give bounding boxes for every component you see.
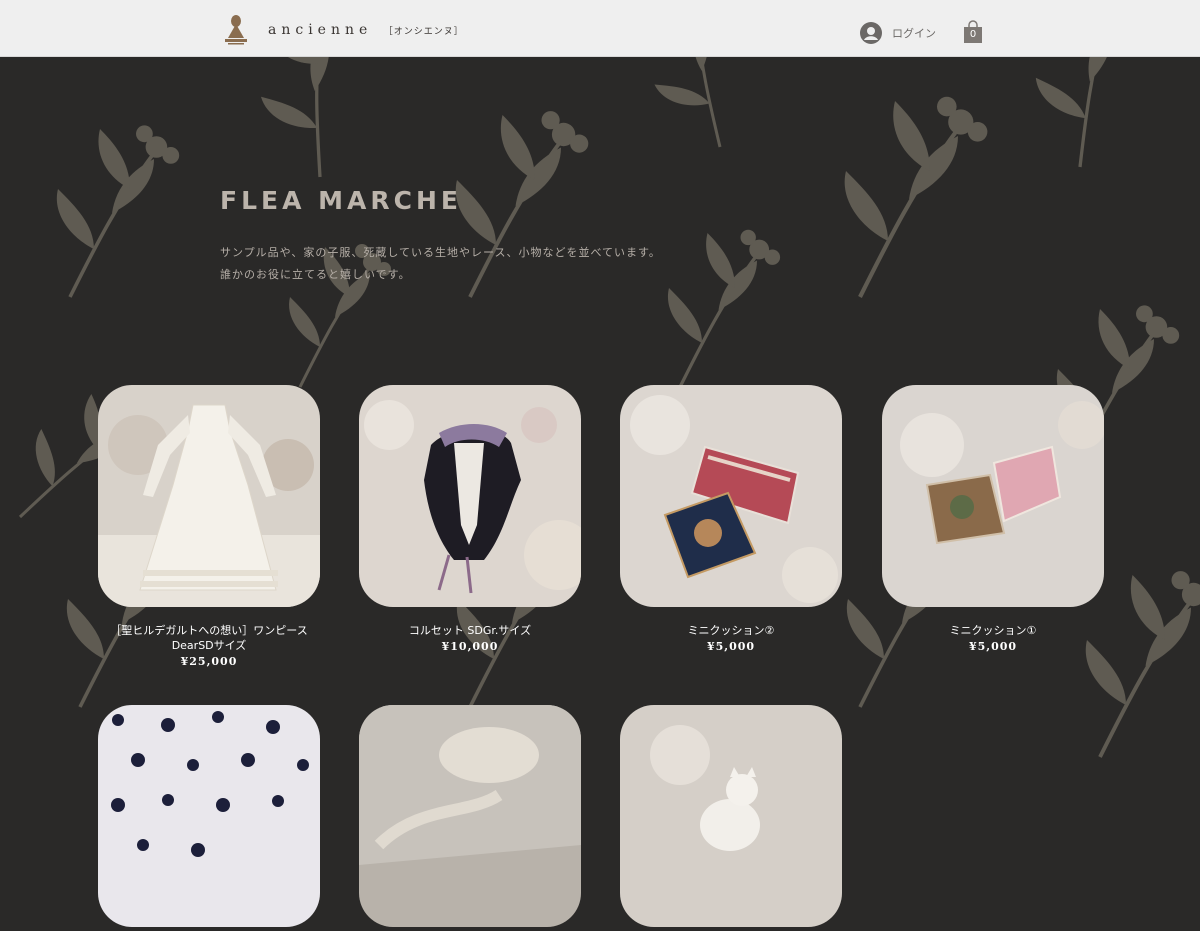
description-line-1: サンプル品や、家の子服、死蔵している生地やレース、小物などを並べています。 bbox=[220, 246, 661, 259]
product-name-line-1: コルセット SDGr.サイズ bbox=[408, 624, 532, 637]
product-name-line-1: ［聖ヒルデガルトへの想い］ワンピース bbox=[110, 624, 308, 637]
cart-count: 0 bbox=[969, 29, 977, 40]
product-image-cushion-2[interactable] bbox=[620, 385, 842, 607]
product-card[interactable] bbox=[359, 705, 581, 931]
product-image-cushion-1[interactable] bbox=[882, 385, 1106, 607]
product-card[interactable]: コルセット SDGr.サイズ ¥10,000 bbox=[359, 385, 594, 653]
product-name-line-1: ミニクッション① bbox=[949, 624, 1037, 637]
login-label: ログイン bbox=[892, 27, 936, 40]
product-name[interactable]: コルセット SDGr.サイズ bbox=[359, 623, 581, 638]
product-card[interactable]: ［聖ヒルデガルトへの想い］ワンピース DearSDサイズ ¥25,000 bbox=[98, 385, 320, 668]
brand-logo[interactable] bbox=[222, 12, 250, 46]
product-card[interactable]: ミニクッション① ¥5,000 bbox=[882, 385, 1106, 653]
brand-name[interactable]: ancienne ［オンシエンヌ］ bbox=[268, 22, 464, 38]
product-card[interactable] bbox=[620, 705, 842, 931]
product-image-floral-fabric[interactable] bbox=[98, 705, 320, 927]
product-card[interactable]: ミニクッション② ¥5,000 bbox=[620, 385, 842, 653]
description-line-2: 誰かのお役に立てると嬉しいです。 bbox=[220, 268, 411, 281]
product-price: ¥5,000 bbox=[968, 640, 1018, 653]
brand-name-text: ancienne bbox=[268, 22, 373, 38]
login-button[interactable]: ログイン bbox=[860, 22, 936, 44]
cart-button[interactable]: 0 bbox=[963, 20, 983, 44]
product-image-corset[interactable] bbox=[359, 385, 594, 607]
product-image-cat-figure[interactable] bbox=[620, 705, 842, 927]
product-image-dress[interactable] bbox=[98, 385, 320, 607]
brand-subtitle: ［オンシエンヌ］ bbox=[383, 27, 464, 37]
product-name-line-1: ミニクッション② bbox=[687, 624, 775, 637]
product-price: ¥25,000 bbox=[180, 655, 238, 668]
product-price: ¥10,000 bbox=[441, 640, 499, 653]
product-card[interactable] bbox=[98, 705, 320, 931]
page-title: FLEA MARCHE bbox=[220, 186, 462, 215]
product-name-line-2: DearSDサイズ bbox=[171, 639, 247, 652]
product-image-damask-fabric[interactable] bbox=[359, 705, 581, 927]
page-description: サンプル品や、家の子服、死蔵している生地やレース、小物などを並べています。 誰か… bbox=[220, 242, 661, 286]
user-avatar-icon bbox=[860, 22, 882, 44]
product-price: ¥5,000 bbox=[706, 640, 756, 653]
product-name[interactable]: ミニクッション① bbox=[882, 623, 1104, 638]
site-header: ancienne ［オンシエンヌ］ ログイン 0 bbox=[0, 0, 1200, 57]
product-name[interactable]: ［聖ヒルデガルトへの想い］ワンピース DearSDサイズ bbox=[98, 623, 320, 653]
product-name[interactable]: ミニクッション② bbox=[620, 623, 842, 638]
